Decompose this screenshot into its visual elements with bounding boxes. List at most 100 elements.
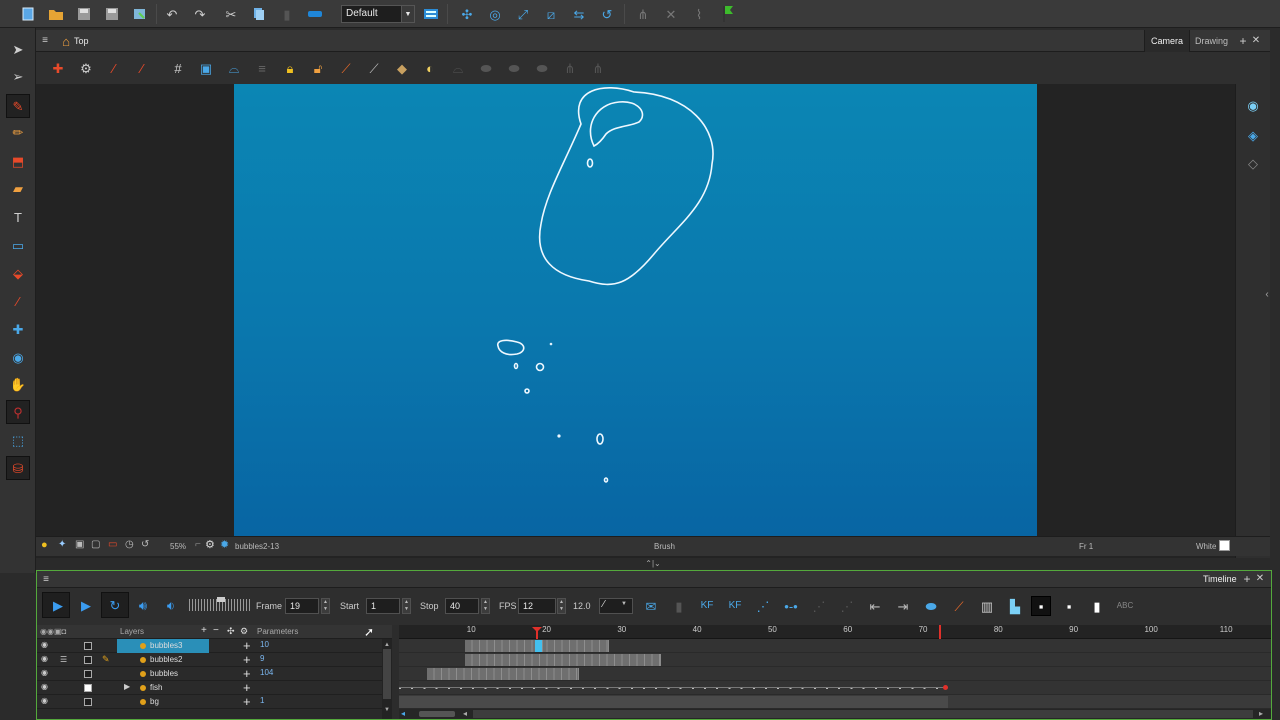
- exposure-cells[interactable]: [427, 668, 579, 680]
- zoom-slider[interactable]: [419, 711, 455, 717]
- ease-out-icon[interactable]: ⋰: [836, 595, 858, 617]
- visibility-icon[interactable]: ◉: [41, 668, 48, 677]
- visibility-icon[interactable]: ◉: [41, 654, 48, 663]
- flip-icon[interactable]: ⇆: [568, 3, 590, 25]
- frame-row-bubbles3[interactable]: [399, 639, 1271, 653]
- paint-bucket-icon[interactable]: ⬙: [7, 262, 29, 284]
- workspace-manager-icon[interactable]: [420, 3, 442, 25]
- add-keyframe-icon[interactable]: KF: [696, 595, 718, 617]
- pegs-2-icon[interactable]: ⋔: [587, 57, 609, 79]
- drawing-substitution-icon[interactable]: ▮: [668, 595, 690, 617]
- transform-icon[interactable]: ⤢: [512, 3, 534, 25]
- next-keyframe-icon[interactable]: ⇥: [892, 595, 914, 617]
- pencil-tool-icon[interactable]: ✏: [7, 121, 29, 143]
- close-icon[interactable]: ✕: [1253, 568, 1267, 590]
- ruler-icon[interactable]: ⟋: [335, 57, 357, 79]
- history-icon[interactable]: ◷: [125, 539, 134, 550]
- cut-icon[interactable]: ✂: [220, 3, 242, 25]
- expand-functions-icon[interactable]: +: [243, 694, 251, 709]
- layer-parameter[interactable]: 1: [260, 696, 264, 705]
- add-peg-icon[interactable]: ✣: [227, 626, 235, 637]
- disk-3-icon[interactable]: ⬬: [531, 57, 553, 79]
- breadcrumb[interactable]: Top: [74, 36, 89, 46]
- redo-icon[interactable]: ↷: [189, 3, 211, 25]
- light-table-toggle-icon[interactable]: ✦: [58, 539, 66, 550]
- flag-icon[interactable]: [716, 3, 738, 25]
- start-input[interactable]: 1: [366, 598, 400, 614]
- fps-input[interactable]: 12: [518, 598, 556, 614]
- snap-grid-icon[interactable]: ✣: [456, 3, 478, 25]
- abc-icon[interactable]: ABC: [1114, 595, 1136, 617]
- playhead[interactable]: [531, 625, 542, 639]
- grid-icon[interactable]: #: [167, 57, 189, 79]
- layer-row-bubbles3[interactable]: ◉ bubbles3 + 10: [37, 638, 382, 653]
- disk-icon[interactable]: ⬬: [475, 57, 497, 79]
- motion-keyframe-icon[interactable]: ⋰: [752, 595, 774, 617]
- rotate-view-icon[interactable]: ◉: [7, 346, 29, 368]
- tab-camera[interactable]: Camera: [1144, 30, 1190, 52]
- scroll-left-icon[interactable]: ◂: [463, 709, 467, 718]
- scroll-right-icon[interactable]: ▸: [1259, 709, 1263, 718]
- zoom-box-icon[interactable]: ⬚: [7, 429, 29, 451]
- scroll-down-icon[interactable]: ▼: [383, 707, 391, 715]
- tab-timeline[interactable]: Timeline: [1203, 574, 1237, 584]
- ease-icon[interactable]: ⋰: [808, 595, 830, 617]
- select-tool-icon[interactable]: ➤: [7, 38, 29, 60]
- expand-functions-icon[interactable]: +: [243, 666, 251, 681]
- add-layer-icon[interactable]: +: [201, 625, 207, 636]
- gear-icon[interactable]: ⚙: [205, 538, 215, 551]
- import-icon[interactable]: [129, 3, 151, 25]
- visibility-icon[interactable]: ◉: [41, 696, 48, 705]
- stop-input[interactable]: 40: [445, 598, 479, 614]
- layer-color-box[interactable]: [84, 656, 92, 664]
- rotate-icon[interactable]: ↺: [596, 3, 618, 25]
- frame-row-bubbles[interactable]: [399, 667, 1271, 681]
- interpolation-select[interactable]: ⁄ ▼: [599, 598, 633, 614]
- stop-stepper[interactable]: ▲ ▼: [481, 598, 490, 614]
- loop-icon[interactable]: ↻: [104, 594, 126, 616]
- save-as-icon[interactable]: [101, 3, 123, 25]
- background-color-swatch[interactable]: [1219, 540, 1230, 551]
- reset-view-icon[interactable]: ✚: [47, 57, 69, 79]
- previous-keyframe-icon[interactable]: ⇤: [864, 595, 886, 617]
- target-icon[interactable]: ◎: [484, 3, 506, 25]
- lightbulb-icon[interactable]: ●: [41, 539, 48, 551]
- panel-menu-icon[interactable]: ≡: [38, 30, 52, 52]
- rigging-tool-icon[interactable]: ⚲: [7, 401, 29, 423]
- home-icon[interactable]: ⌂: [58, 30, 74, 52]
- frames-scrollbar[interactable]: ◂ ◂ ▸: [399, 709, 1271, 719]
- workspace-preset-select[interactable]: Default ▼: [341, 5, 415, 23]
- frame-ruler[interactable]: 10 20 30 40 50 60 70 80 90 100 110: [399, 625, 1271, 639]
- layer-parameter[interactable]: 104: [260, 668, 273, 677]
- new-scene-icon[interactable]: [17, 3, 39, 25]
- splitter-arrows-icon[interactable]: ⌃|⌄: [636, 559, 670, 568]
- expand-functions-icon[interactable]: +: [243, 652, 251, 667]
- white-page-icon[interactable]: ▮: [1086, 595, 1108, 617]
- visibility-all-icon[interactable]: ◉◉▣◘: [40, 627, 66, 636]
- bone-icon[interactable]: ⌇: [688, 3, 710, 25]
- white-box-icon[interactable]: ▪: [1030, 595, 1052, 617]
- mask-toggle-icon[interactable]: ▣: [75, 539, 84, 550]
- sound-scrub-icon[interactable]: 🔉︎: [160, 594, 182, 616]
- layer-row-bubbles[interactable]: ◉ bubbles + 104: [37, 666, 382, 681]
- play-icon[interactable]: ▶: [47, 594, 69, 616]
- expand-functions-icon[interactable]: +: [243, 680, 251, 695]
- add-tab-icon[interactable]: +: [1236, 30, 1250, 52]
- safe-area-icon[interactable]: ▣: [195, 57, 217, 79]
- layer-row-bubbles2[interactable]: ◉ ☰ ✎ bubbles2 + 9: [37, 652, 382, 667]
- contour-editor-icon[interactable]: ⧄: [540, 3, 562, 25]
- settings-icon[interactable]: ⚙: [75, 57, 97, 79]
- frame-input[interactable]: 19: [285, 598, 319, 614]
- layer-mode-icon[interactable]: ☰: [60, 655, 67, 664]
- merge-icon[interactable]: ▥: [976, 595, 998, 617]
- stamp-tool-icon[interactable]: ⬒: [7, 150, 29, 172]
- layer-parameter[interactable]: 10: [260, 640, 269, 649]
- kinematics-icon[interactable]: ✕: [660, 3, 682, 25]
- onion-skin-icon[interactable]: ✉: [640, 595, 662, 617]
- field-chart-icon[interactable]: ≡: [251, 57, 273, 79]
- easel-icon[interactable]: ⌓: [447, 57, 469, 79]
- layer-row-bg[interactable]: ◉ bg + 1: [37, 694, 382, 709]
- camera-mask-icon[interactable]: ⌓: [223, 57, 245, 79]
- exposure-cells[interactable]: [465, 654, 661, 666]
- frame-row-bubbles2[interactable]: [399, 653, 1271, 667]
